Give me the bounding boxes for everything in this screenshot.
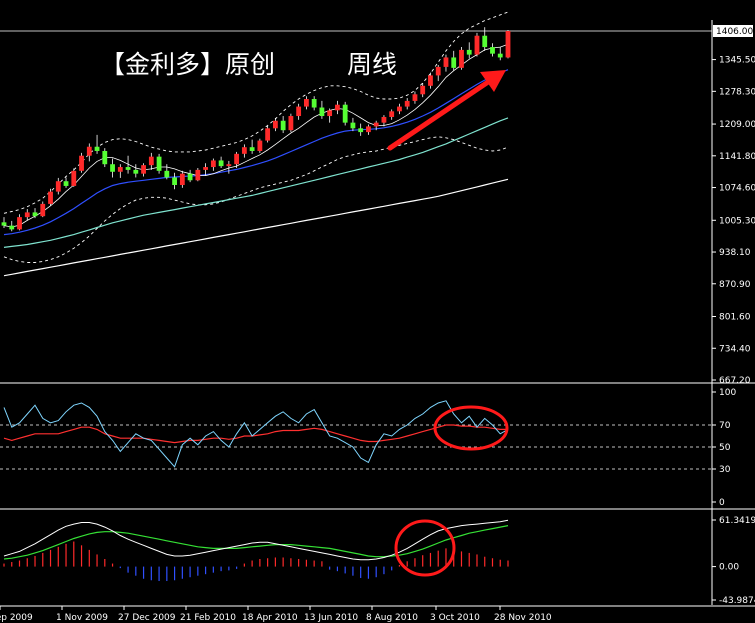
candle-bullish [265, 128, 271, 141]
candle-bearish [32, 212, 38, 217]
current-price-label: 1406.00 [716, 27, 753, 37]
rsi-tick-label: 50 [719, 443, 731, 453]
price-tick-label: 801.60 [719, 313, 751, 323]
macd-tick-label: -43.9874 [719, 596, 755, 606]
candle-bullish [397, 106, 402, 112]
date-tick-label: 27 Dec 2009 [118, 613, 176, 623]
candle-bearish [94, 146, 100, 151]
price-tick-label: 1074.60 [719, 184, 755, 194]
macd-tick-label: 0.00 [719, 563, 739, 573]
candle-bearish [9, 225, 15, 230]
candle-bullish [55, 181, 61, 192]
candle-bearish [311, 99, 317, 108]
candle-bullish [71, 170, 77, 186]
candle-bullish [404, 100, 410, 107]
candle-bearish [249, 147, 255, 151]
date-tick-label: 13 Jun 2010 [304, 613, 358, 623]
candle-bearish [497, 53, 503, 58]
candle-bullish [373, 122, 379, 127]
candle-bullish [366, 126, 371, 133]
chart-background [0, 0, 755, 623]
price-tick-label: 667.20 [719, 376, 751, 386]
candle-bearish [490, 47, 495, 54]
rsi-tick-label: 30 [719, 465, 731, 475]
price-tick-label: 1278.30 [719, 87, 755, 97]
candle-bullish [234, 153, 240, 165]
candle-bearish [482, 35, 488, 48]
date-tick-label: 21 Feb 2010 [180, 613, 236, 623]
candle-bearish [172, 177, 177, 185]
macd-tick-label: 61.3419 [719, 516, 755, 526]
candle-bearish [451, 57, 457, 68]
candle-bullish [210, 160, 216, 168]
candle-bullish [195, 169, 201, 181]
candle-bullish [420, 85, 426, 95]
candle-bullish [203, 167, 209, 170]
candle-bearish [164, 170, 170, 178]
candle-bearish [133, 169, 139, 174]
date-tick-label: 3 Oct 2010 [430, 613, 480, 623]
rsi-tick-label: 70 [719, 421, 731, 431]
candle-bullish [474, 35, 480, 55]
candle-bullish [141, 165, 146, 174]
candle-bearish [110, 164, 115, 172]
price-tick-label: 1345.50 [719, 56, 755, 66]
candle-bearish [125, 167, 131, 170]
candle-bullish [389, 111, 395, 117]
rsi-tick-label: 100 [719, 388, 736, 398]
price-tick-label: 1141.80 [719, 152, 755, 162]
candle-bearish [358, 128, 364, 133]
candle-bullish [257, 140, 263, 151]
price-tick-label: 734.40 [719, 344, 751, 354]
candle-bearish [319, 107, 325, 117]
candle-bullish [79, 155, 84, 171]
candle-bullish [117, 167, 123, 172]
candle-bullish [296, 106, 302, 117]
candle-bullish [17, 217, 22, 230]
price-tick-label: 1209.00 [719, 120, 755, 130]
candle-bullish [48, 191, 53, 204]
candle-bullish [505, 31, 511, 58]
candle-bearish [350, 122, 356, 129]
candle-bearish [1, 222, 7, 226]
chart-title-period: 周线 [347, 50, 397, 79]
candle-bullish [335, 104, 340, 111]
candle-bullish [40, 203, 46, 217]
candle-bullish [459, 49, 464, 68]
candle-bullish [179, 173, 185, 185]
candle-bullish [428, 75, 433, 86]
date-tick-label: Sep 2009 [0, 613, 33, 623]
price-tick-label: 1005.30 [719, 216, 755, 226]
candle-bearish [63, 181, 69, 186]
candle-bullish [86, 146, 92, 156]
date-tick-label: 8 Aug 2010 [366, 613, 418, 623]
candle-bearish [280, 120, 286, 131]
candle-bullish [226, 164, 232, 167]
date-tick-label: 28 Nov 2010 [494, 613, 552, 623]
candle-bearish [187, 173, 193, 181]
candle-bullish [381, 116, 387, 123]
rsi-tick-label: 0 [719, 498, 725, 508]
candle-bullish [303, 99, 309, 107]
candle-bullish [148, 156, 154, 166]
candle-bullish [24, 212, 30, 218]
candle-bullish [435, 66, 441, 76]
candle-bearish [156, 156, 162, 171]
candle-bearish [466, 49, 472, 55]
chart-canvas: 100 70 50 30 0 61.3419 0.00 -43.9874 1406.00 13… [0, 0, 755, 623]
candle-bullish [272, 120, 278, 129]
candle-bullish [412, 94, 418, 101]
chart-title-main: 【金利多】原创 [100, 50, 275, 79]
candle-bullish [241, 147, 247, 154]
price-tick-label: 870.90 [719, 280, 751, 290]
candle-bearish [342, 104, 348, 123]
candle-bullish [443, 57, 449, 67]
date-tick-label: 18 Apr 2010 [242, 613, 298, 623]
price-tick-label: 938.10 [719, 248, 751, 258]
candle-bullish [327, 110, 333, 117]
candle-bearish [102, 150, 108, 165]
candle-bullish [288, 116, 294, 131]
date-tick-label: 1 Nov 2009 [56, 613, 108, 623]
candle-bearish [218, 160, 224, 167]
